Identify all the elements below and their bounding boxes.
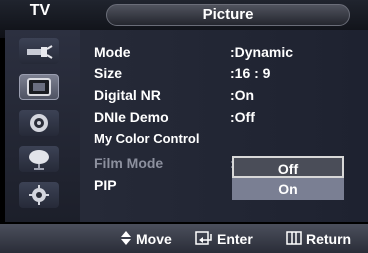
enter-hint: Enter [195,230,253,249]
menu-item-label: Size [94,65,123,81]
sidebar-item-channel[interactable] [19,146,59,172]
input-plug-icon [27,45,53,59]
menu-item-value: :Dynamic [230,44,294,60]
move-hint-label: Move [136,231,172,247]
film-mode-option-off[interactable]: Off [232,156,344,178]
enter-hint-label: Enter [217,231,253,247]
enter-icon [195,231,213,249]
category-sidebar [5,30,80,222]
menu-item-value: :Off [230,109,255,125]
footer-hint-bar: Move Enter Return [0,224,368,253]
picture-icon [27,78,51,96]
menu-item-value: :16 : 9 [230,65,271,81]
menu-item-label: PIP [94,177,117,193]
menu-item-value: :On [230,87,255,103]
tv-osd-screen: TV Picture Mode:Dynamic Size:16: 9 Di… [0,0,368,253]
source-label: TV [29,2,51,19]
settings-panel: Mode :Dynamic Size :16 : 9 Digital NR :O… [80,30,368,222]
channel-icon [29,150,49,170]
menu-title: Picture [202,6,254,23]
return-hint: Return [286,230,351,249]
return-hint-label: Return [306,231,352,247]
menu-item-label: My Color Control [94,131,200,146]
sidebar-item-input[interactable] [19,38,59,64]
setup-gear-icon [29,185,49,205]
sidebar-item-setup[interactable] [19,182,59,208]
up-down-arrows-icon [120,230,132,250]
sidebar-item-sound[interactable] [19,110,59,136]
menu-title-bar: Picture [106,4,350,26]
menu-item-label: DNIe Demo [94,109,169,125]
menu-item-label: Mode [94,44,131,60]
menu-item-label: Film Mode [94,155,164,171]
move-hint: Move [120,230,172,250]
film-mode-option-on[interactable]: On [232,178,344,200]
sidebar-item-picture[interactable] [19,74,59,100]
sound-icon [30,114,48,132]
return-icon [286,231,302,249]
menu-item-label: Digital NR [94,87,161,103]
